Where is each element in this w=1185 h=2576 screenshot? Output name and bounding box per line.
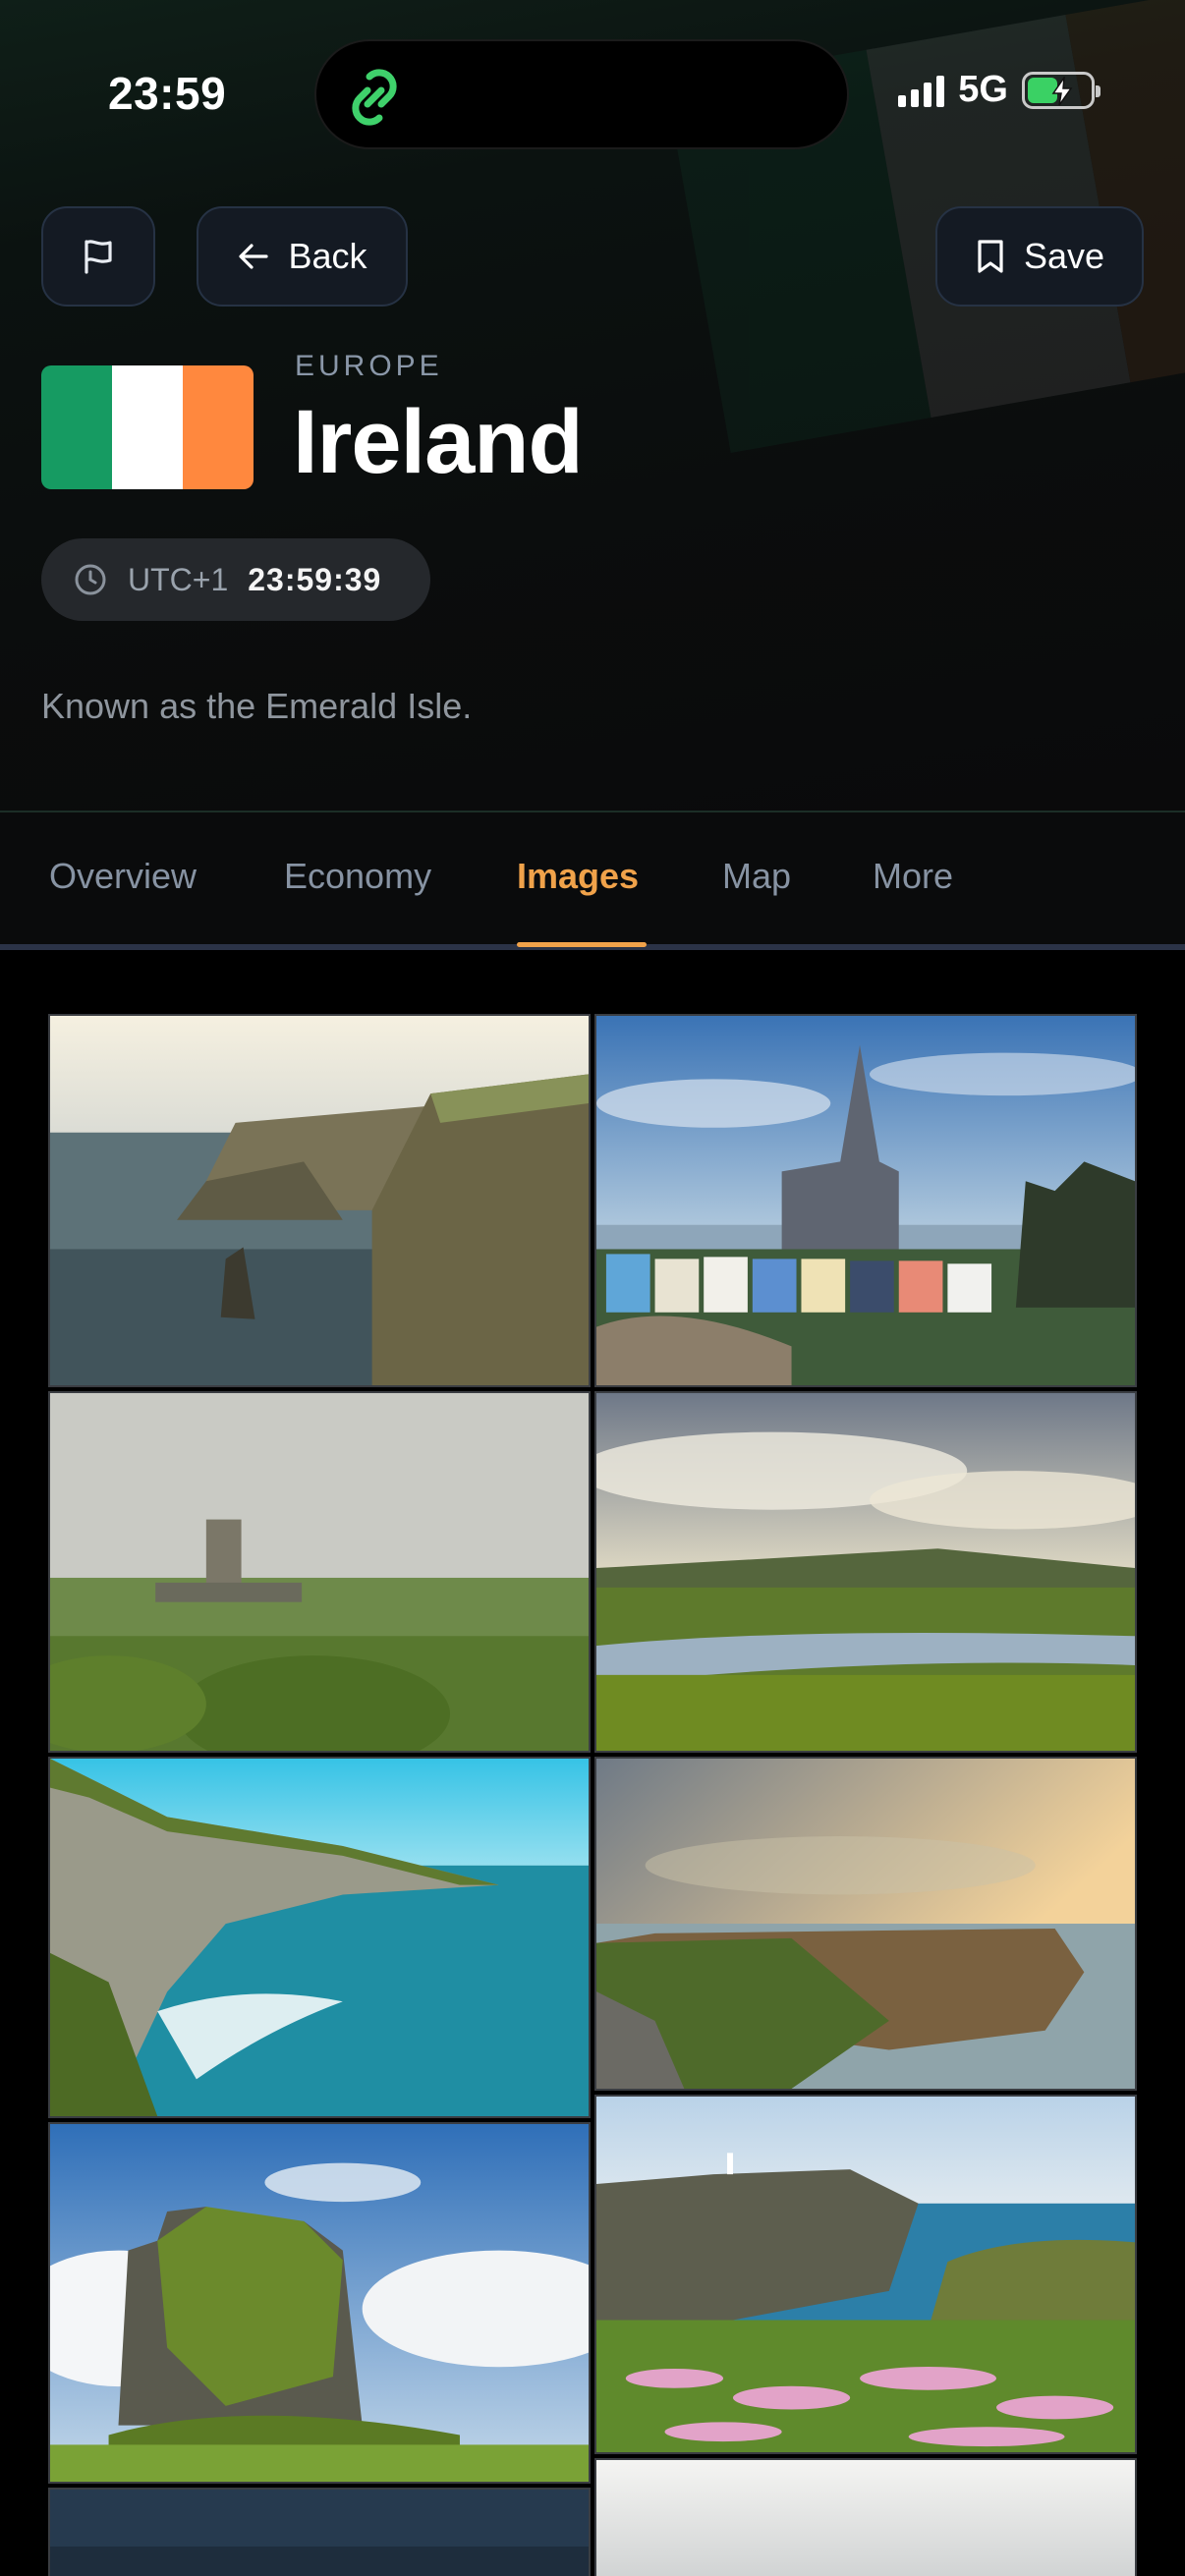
local-time: 23:59:39 [248,561,382,597]
active-tab-indicator [517,942,647,947]
tab-economy[interactable]: Economy [284,856,431,897]
save-label: Save [1023,236,1105,276]
save-button[interactable]: Save [935,206,1144,307]
gallery-image[interactable] [594,2095,1137,2454]
tab-more[interactable]: More [873,856,953,897]
timezone-label: UTC+1 [128,561,229,597]
gallery-image[interactable] [48,2122,591,2484]
gallery-image[interactable] [594,2458,1137,2576]
battery-icon [1022,71,1100,109]
clock-icon [75,564,106,595]
gallery-image[interactable] [594,1014,1137,1387]
gallery-image[interactable] [48,1014,591,1387]
tab-map[interactable]: Map [722,856,791,897]
flag-icon [85,240,112,274]
status-indicators: 5G [898,69,1100,111]
gallery-image[interactable] [48,1391,591,1753]
local-time-badge: UTC+1 23:59:39 [41,538,430,621]
gallery-image[interactable] [48,2488,591,2576]
country-description: Known as the Emerald Isle. [41,686,473,726]
back-label: Back [288,236,367,276]
country-flag [41,365,254,489]
image-gallery [0,950,1185,2576]
gallery-image[interactable] [594,1757,1137,2091]
country-header: 23:59 5G Back Save EUROPE Ireland UTC+1 … [0,0,1185,811]
gallery-image[interactable] [48,1757,591,2118]
status-time: 23:59 [108,68,227,119]
tab-overview[interactable]: Overview [49,856,197,897]
tab-bar: Overview Economy Images Map More [0,811,1185,952]
bookmark-icon [978,240,1003,273]
network-type: 5G [958,69,1008,110]
report-flag-button[interactable] [41,206,155,307]
region-label: EUROPE [295,350,443,382]
signal-icon [898,74,945,107]
country-name: Ireland [293,392,584,492]
gallery-image[interactable] [594,1391,1137,1753]
arrow-left-icon [239,244,269,269]
back-button[interactable]: Back [197,206,408,307]
tab-images[interactable]: Images [517,856,639,897]
app-link-icon [352,69,397,126]
dynamic-island [314,39,849,149]
